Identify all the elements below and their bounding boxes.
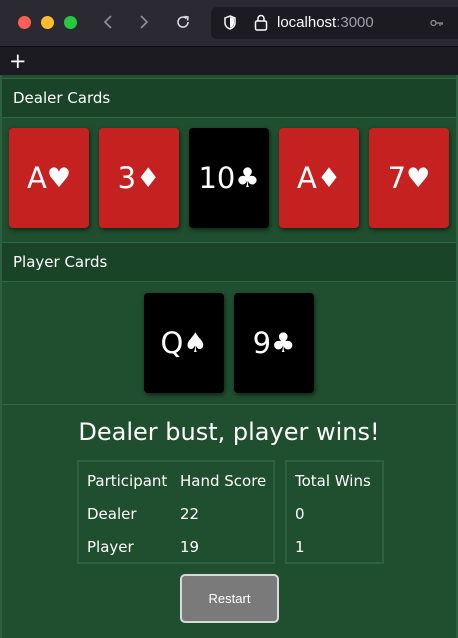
url-text: localhost:3000 <box>277 14 374 31</box>
dealer-card: 3 ♦ <box>99 128 179 228</box>
player-card: Q ♠ <box>144 293 224 393</box>
hand-score-header: Hand Score <box>180 472 267 490</box>
participant-header: Participant <box>87 472 168 490</box>
card-rank: A <box>296 161 317 195</box>
tracking-shield-icon[interactable] <box>224 15 236 30</box>
card-rank: A <box>26 161 47 195</box>
reload-icon[interactable] <box>171 10 195 34</box>
player-cards-header: Player Cards <box>2 242 456 282</box>
back-arrow-icon[interactable] <box>96 10 120 34</box>
address-bar[interactable]: localhost:3000 <box>211 7 458 39</box>
card-suit-icon: ♥ <box>46 162 72 194</box>
dealer-card: 10 ♣ <box>189 128 269 228</box>
dealer-cards-header: Dealer Cards <box>2 78 456 118</box>
card-rank: 10 <box>198 161 236 195</box>
card-suit-icon: ♠ <box>183 327 208 359</box>
player-card: 9 ♣ <box>234 293 314 393</box>
player-wins-cell: 1 <box>295 538 305 556</box>
minimize-window-button[interactable] <box>41 16 54 29</box>
dealer-card: 7 ♥ <box>369 128 449 228</box>
card-suit-icon: ♦ <box>316 162 342 194</box>
card-rank: 3 <box>117 161 137 195</box>
total-wins-table: Total Wins 0 1 <box>285 460 384 564</box>
player-name-cell: Player <box>87 538 134 556</box>
browser-titlebar: localhost:3000 <box>0 0 458 46</box>
card-rank: Q <box>160 326 184 360</box>
dealer-card: A ♦ <box>279 128 359 228</box>
url-host: localhost <box>277 14 337 31</box>
close-window-button[interactable] <box>18 16 31 29</box>
lock-icon[interactable] <box>254 14 268 31</box>
result-message: Dealer bust, player wins! <box>78 418 380 446</box>
key-icon[interactable] <box>430 17 444 31</box>
restart-button[interactable]: Restart <box>180 574 279 623</box>
new-tab-plus-icon[interactable]: + <box>9 47 27 75</box>
results-divider <box>2 404 456 405</box>
tab-bar: + <box>0 46 458 75</box>
hand-score-table: Participant Hand Score Dealer 22 Player … <box>77 460 275 564</box>
card-suit-icon: ♣ <box>235 162 260 194</box>
card-rank: 7 <box>387 161 407 195</box>
player-score-cell: 19 <box>180 538 200 556</box>
dealer-wins-cell: 0 <box>295 505 305 523</box>
blackjack-table: Dealer Cards A ♥ 3 ♦ 10 ♣ A ♦ 7 ♥ Player Cards Q ♠… <box>0 75 458 638</box>
card-rank: 9 <box>252 326 272 360</box>
total-wins-header: Total Wins <box>295 472 371 490</box>
dealer-score-cell: 22 <box>180 505 200 523</box>
card-suit-icon: ♦ <box>136 162 161 194</box>
dealer-name-cell: Dealer <box>87 505 137 523</box>
url-port: :3000 <box>336 14 374 31</box>
maximize-window-button[interactable] <box>64 16 77 29</box>
card-suit-icon: ♥ <box>406 162 431 194</box>
card-suit-icon: ♣ <box>271 327 296 359</box>
dealer-card: A ♥ <box>9 128 89 228</box>
forward-arrow-icon[interactable] <box>132 10 156 34</box>
